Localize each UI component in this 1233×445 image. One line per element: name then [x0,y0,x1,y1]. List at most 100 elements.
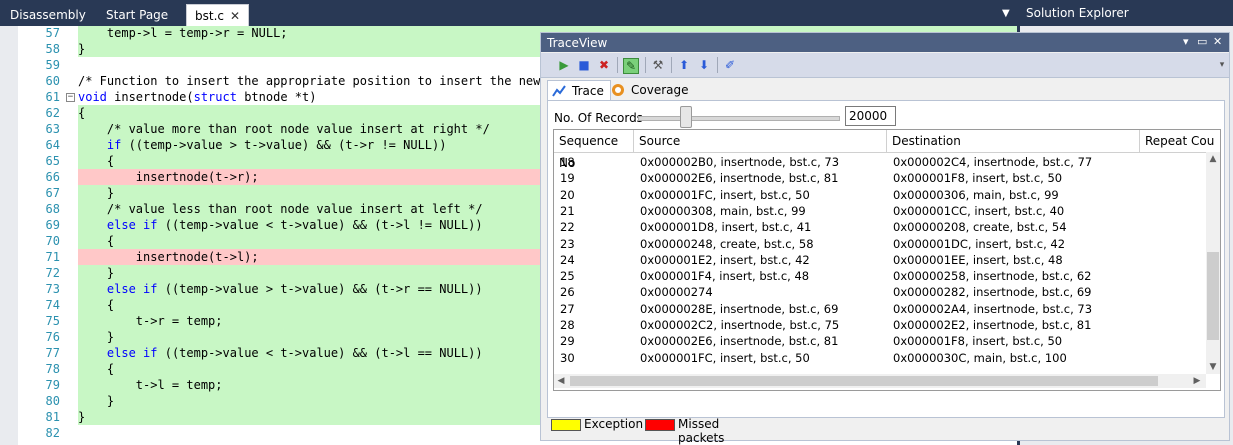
highlight-icon[interactable]: ✎ [623,58,639,74]
table-row[interactable]: 26 0x00000274 0x00000282, insertnode, bst.… [554,284,1206,300]
line-number: 82 [45,426,60,440]
table-cell: 0x000001D8, insert, bst.c, 41 [640,220,812,235]
column-header-destination[interactable]: Destination [887,130,1140,152]
table-cell: 0x000002B0, insertnode, bst.c, 73 [640,155,840,169]
code-text: { [78,298,115,312]
table-cell: 28 [560,318,575,332]
records-label: No. Of Records [554,111,643,125]
line-number: 72 [45,266,60,280]
arrow-up-icon[interactable]: ⬆ [677,58,691,72]
table-row[interactable]: 27 0x0000028E, insertnode, bst.c, 69 0x000… [554,301,1206,317]
table-row[interactable]: 20 0x000001FC, insert, bst.c, 50 0x0000030… [554,187,1206,203]
table-row[interactable]: 25 0x000001F4, insert, bst.c, 48 0x0000025… [554,268,1206,284]
table-cell: 20 [560,187,575,202]
trace-grid[interactable]: Sequence No Source Destination Repeat Co… [553,129,1221,391]
table-cell: 0x000002E2, insertnode, bst.c, 81 [893,318,1092,332]
table-row[interactable]: 23 0x00000248, create, bst.c, 58 0x000001D… [554,236,1206,252]
line-number: 62 [45,106,60,120]
scroll-thumb[interactable] [570,376,1158,386]
play-icon[interactable]: ▶ [557,58,571,72]
code-text: insertnode(t->r); [78,170,259,184]
close-icon[interactable]: ✕ [1213,35,1222,48]
traceview-window: TraceView ▾ ▭ ✕ ▶ ■ ✖ ✎ ⚒ ⬆ ⬇ ✐ ▾ Trace … [540,32,1230,445]
export-icon[interactable]: ✐ [723,58,737,72]
code-text: if ((temp->value > t->value) && (t->r !=… [106,138,447,152]
table-cell: 0x000001DC, insert, bst.c, 42 [893,236,1066,251]
table-cell: 0x0000028E, insertnode, bst.c, 69 [640,301,839,316]
dock-icon[interactable]: ▭ [1197,35,1207,48]
records-slider-thumb[interactable] [680,106,692,128]
table-cell: 0x000001F8, insert, bst.c, 50 [893,171,1063,186]
table-cell: 0x00000308, main, bst.c, 99 [640,203,806,218]
table-row[interactable]: 22 0x000001D8, insert, bst.c, 41 0x0000020… [554,219,1206,235]
table-cell: 26 [560,285,575,300]
arrow-down-icon[interactable]: ⬇ [697,58,711,72]
table-row[interactable]: 29 0x000002E6, insertnode, bst.c, 81 0x000… [554,333,1206,349]
chevron-down-icon[interactable]: ▼ [1002,8,1010,19]
table-cell: 0x000001CC, insert, bst.c, 40 [893,203,1065,218]
traceview-title: TraceView [547,36,608,50]
chevron-up-icon[interactable]: ▲ [1206,152,1220,166]
tab-disassembly[interactable]: Disassembly [2,4,94,26]
table-row[interactable]: 18 0x000002B0, insertnode, bst.c, 73 0x000… [554,154,1206,170]
line-number: 57 [45,26,60,40]
code-text: } [78,42,86,56]
column-header-sequence[interactable]: Sequence No [554,130,634,170]
toolbar-overflow-icon[interactable]: ▾ [1215,58,1229,72]
chevron-down-icon[interactable]: ▼ [1206,360,1220,374]
table-row[interactable]: 21 0x00000308, main, bst.c, 99 0x000001CC,… [554,203,1206,219]
line-number: 68 [45,202,60,216]
tab-label: Disassembly [10,8,86,22]
tab-start-page[interactable]: Start Page [98,4,176,26]
legend-label-missed-packets: Missed packets [678,417,725,445]
table-row[interactable]: 30 0x000001FC, insert, bst.c, 50 0x0000030… [554,350,1206,366]
line-number: 78 [45,362,60,376]
document-tab-strip: Disassembly Start Page bst.c ✕ [0,0,1020,27]
scroll-thumb[interactable] [1207,252,1219,340]
stop-icon[interactable]: ■ [577,58,591,72]
table-cell: 19 [560,171,575,186]
table-cell: 0x000001EE, insert, bst.c, 48 [893,252,1063,267]
table-cell: 0x0000030C, main, bst.c, 100 [893,350,1067,365]
line-number: 76 [45,330,60,344]
collapse-icon[interactable]: − [66,93,75,102]
coverage-icon [612,84,624,96]
column-header-source[interactable]: Source [634,130,887,152]
table-cell: 22 [560,220,575,235]
records-input[interactable]: 20000 [845,106,896,126]
toolbar-separator [717,57,718,73]
table-row[interactable]: 24 0x000001E2, insert, bst.c, 42 0x000001E… [554,252,1206,268]
line-number: 69 [45,218,60,232]
tab-label: Start Page [106,8,169,22]
code-text: { [78,362,115,376]
column-header-repeat[interactable]: Repeat Cou [1140,130,1220,152]
pin-icon[interactable]: ▾ [1183,35,1189,48]
tab-coverage[interactable]: Coverage [607,80,695,100]
table-cell: 0x000002E6, insertnode, bst.c, 81 [640,334,839,349]
tab-label: Trace [572,84,604,98]
chevron-left-icon[interactable]: ◀ [554,374,568,388]
table-cell: 0x000001F8, insert, bst.c, 50 [893,334,1063,349]
line-number: 66 [45,170,60,184]
traceview-title-bar[interactable]: TraceView ▾ ▭ ✕ [541,33,1229,52]
chevron-right-icon[interactable]: ▶ [1190,374,1204,388]
code-text: else if ((temp->value > t->value) && (t-… [106,282,483,296]
solution-explorer-title[interactable]: Solution Explorer [1026,6,1129,20]
table-row[interactable]: 28 0x000002C2, insertnode, bst.c, 75 0x000… [554,317,1206,333]
line-number: 61 [45,90,60,104]
records-slider-track[interactable] [638,116,840,121]
clear-icon[interactable]: ✖ [597,58,611,72]
table-cell: 21 [560,203,575,218]
table-row[interactable]: 19 0x000002E6, insertnode, bst.c, 81 0x000… [554,170,1206,186]
tab-label: bst.c [195,9,224,23]
tab-bst-c[interactable]: bst.c ✕ [186,4,250,27]
line-number: 70 [45,234,60,248]
code-text: t->l = temp; [78,378,223,392]
close-icon[interactable]: ✕ [230,9,240,23]
horizontal-scrollbar[interactable]: ◀ ▶ [554,374,1206,388]
tools-icon[interactable]: ⚒ [651,58,665,72]
code-text: temp->l = temp->r = NULL; [78,26,288,40]
line-number: 81 [45,410,60,424]
tab-trace[interactable]: Trace [547,80,611,101]
vertical-scrollbar[interactable]: ▲ ▼ [1206,152,1220,374]
